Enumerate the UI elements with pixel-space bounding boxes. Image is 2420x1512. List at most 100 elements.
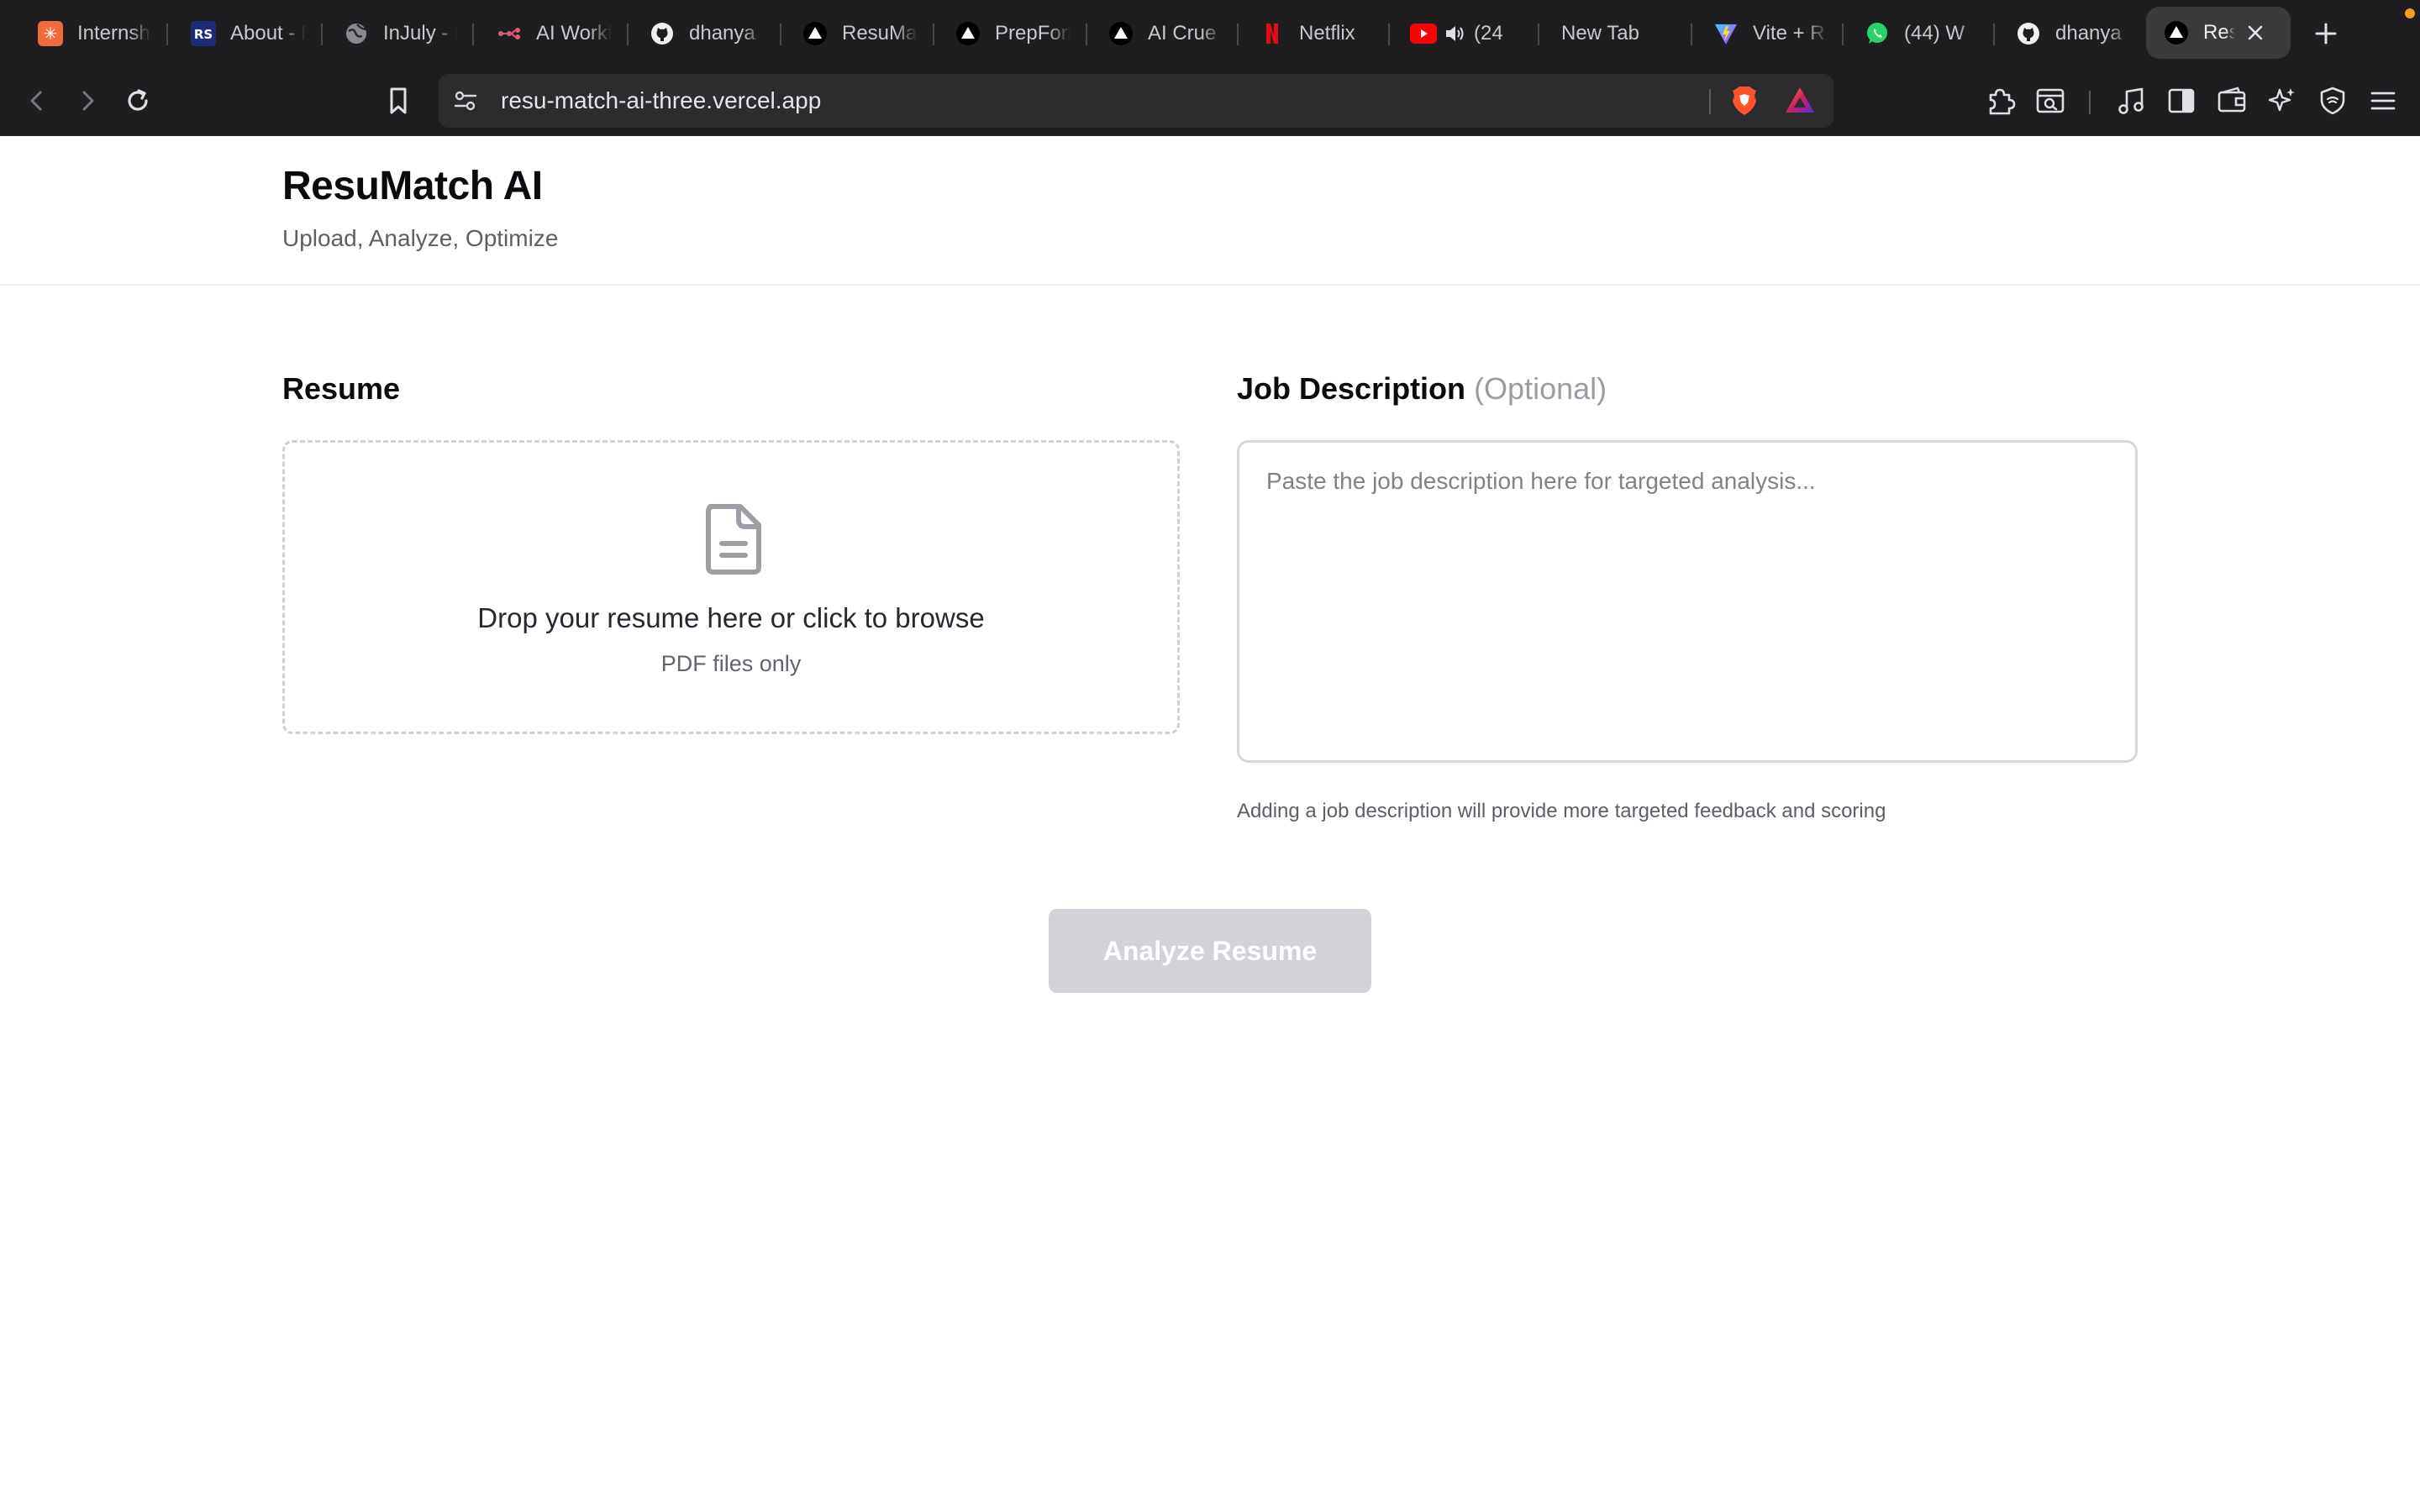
whatsapp-icon <box>1864 20 1891 47</box>
tab-new-tab[interactable]: New Tab <box>1561 0 1687 67</box>
vpn-button[interactable] <box>2314 82 2351 119</box>
reload-icon <box>128 89 148 111</box>
tab-vite[interactable]: Vite + R <box>1712 0 1839 67</box>
tab-youtube[interactable]: (24 <box>1410 0 1536 67</box>
puzzle-icon <box>1989 88 2016 115</box>
tab-separator <box>1086 24 1087 45</box>
close-icon[interactable] <box>2242 19 2269 46</box>
tab-github-dhanya[interactable]: dhanya <box>649 0 775 67</box>
document-icon <box>706 504 761 575</box>
tab-separator <box>321 24 323 45</box>
tab-internships[interactable]: ✳ Internships <box>37 0 155 67</box>
menu-button[interactable] <box>2365 82 2402 119</box>
tab-label: InJuly - Home <box>383 22 457 45</box>
bookmark-icon <box>390 87 407 114</box>
resume-section-label: Resume <box>282 371 401 406</box>
tab-separator <box>933 24 934 45</box>
tab-ai-crue[interactable]: AI Crue <box>1107 0 1234 67</box>
job-description-label: Job Description (Optional) <box>1237 371 1607 407</box>
tab-separator <box>627 24 629 45</box>
optional-tag: (Optional) <box>1474 371 1607 406</box>
sparkle-icon <box>2268 88 2295 112</box>
workflow-icon <box>496 20 523 47</box>
tab-label: Res <box>2203 21 2235 44</box>
browser-tab-strip: ✳ Internships RS About - RS InJuly - Hom… <box>0 0 2420 67</box>
tab-separator <box>1388 24 1390 45</box>
tab-label: dhanya <box>2055 22 2122 45</box>
address-bar[interactable]: resu-match-ai-three.vercel.app <box>439 74 1833 128</box>
tab-ai-workflow[interactable]: AI Workflow <box>496 0 615 67</box>
tab-injuly[interactable]: InJuly - Home <box>343 0 460 67</box>
chevron-right-icon <box>82 91 94 111</box>
forward-button[interactable] <box>69 82 106 119</box>
job-description-textarea[interactable] <box>1237 440 2138 763</box>
github-icon <box>2015 20 2042 47</box>
tab-label: AI Workflow <box>536 22 612 45</box>
shield-icon <box>2320 87 2345 115</box>
tab-prepforge[interactable]: PrepForge <box>955 0 1081 67</box>
dropzone-subtitle: PDF files only <box>660 651 802 676</box>
svg-text:RS: RS <box>194 27 213 42</box>
back-button[interactable] <box>18 82 55 119</box>
tab-about[interactable]: RS About - RS <box>190 0 316 67</box>
extensions-button[interactable] <box>1981 82 2018 119</box>
globe-icon <box>343 20 370 47</box>
tab-label: Vite + R <box>1753 22 1825 45</box>
tab-active-resumatch[interactable]: Res <box>2146 7 2291 59</box>
tab-label: AI Crue <box>1148 22 1217 45</box>
sidebar-icon <box>2168 88 2195 113</box>
tab-label: (24 <box>1474 22 1503 45</box>
new-tab-button[interactable] <box>2309 17 2343 50</box>
sidebar-toggle-button[interactable] <box>2163 82 2200 119</box>
tab-separator <box>1691 24 1692 45</box>
vite-icon <box>1712 20 1739 47</box>
tab-label: PrepForge <box>995 22 1071 45</box>
tab-label: dhanya <box>689 22 755 45</box>
window-search-icon <box>2036 88 2065 113</box>
tab-resumatch[interactable]: ResuMatch <box>802 0 928 67</box>
bookmark-button[interactable] <box>380 82 417 119</box>
hamburger-menu-icon <box>2370 92 2396 110</box>
reload-button[interactable] <box>119 82 156 119</box>
media-button[interactable] <box>2112 82 2149 119</box>
job-description-title: Job Description <box>1237 371 1466 406</box>
app-subtitle: Upload, Analyze, Optimize <box>282 225 559 251</box>
chevron-left-icon <box>30 91 42 111</box>
tab-separator <box>1842 24 1844 45</box>
vercel-icon <box>1107 20 1134 47</box>
plus-icon <box>2315 23 2337 45</box>
url-text[interactable]: resu-match-ai-three.vercel.app <box>501 74 821 128</box>
youtube-icon <box>1410 20 1437 47</box>
tab-github-dhanya-2[interactable]: dhanya <box>2015 0 2141 67</box>
toolbar-divider <box>2089 91 2091 114</box>
job-description-help-text: Adding a job description will provide mo… <box>1237 800 1886 822</box>
resume-dropzone[interactable]: Drop your resume here or click to browse… <box>282 440 1180 734</box>
tab-separator <box>1538 24 1539 45</box>
rs-logo-icon: RS <box>190 20 217 47</box>
tab-label: New Tab <box>1561 22 1639 45</box>
leo-ai-button[interactable] <box>2264 82 2301 119</box>
tab-netflix[interactable]: Netflix <box>1259 0 1385 67</box>
tab-whatsapp[interactable]: (44) W <box>1864 0 1990 67</box>
brave-shields-icon[interactable] <box>1728 84 1761 118</box>
tab-separator <box>166 24 168 45</box>
dropzone-title: Drop your resume here or click to browse <box>477 602 985 633</box>
github-icon <box>649 20 676 47</box>
vercel-icon <box>2163 19 2190 46</box>
page-search-button[interactable] <box>2032 82 2069 119</box>
vercel-icon <box>802 20 829 47</box>
site-settings-icon[interactable] <box>452 87 479 114</box>
speaker-icon[interactable] <box>1444 20 1465 47</box>
tab-label: Netflix <box>1299 22 1355 45</box>
brave-rewards-icon[interactable] <box>1783 84 1817 118</box>
tab-separator <box>472 24 474 45</box>
svg-text:✳: ✳ <box>44 24 58 44</box>
tab-separator <box>1237 24 1239 45</box>
notification-dot <box>2405 8 2415 18</box>
app-header: ResuMatch AI Upload, Analyze, Optimize <box>0 136 2420 286</box>
orange-asterisk-icon: ✳ <box>37 20 64 47</box>
wallet-button[interactable] <box>2213 82 2250 119</box>
analyze-resume-button[interactable]: Analyze Resume <box>1049 909 1371 993</box>
wallet-icon <box>2217 87 2246 113</box>
tab-label: ResuMatch <box>842 22 918 45</box>
